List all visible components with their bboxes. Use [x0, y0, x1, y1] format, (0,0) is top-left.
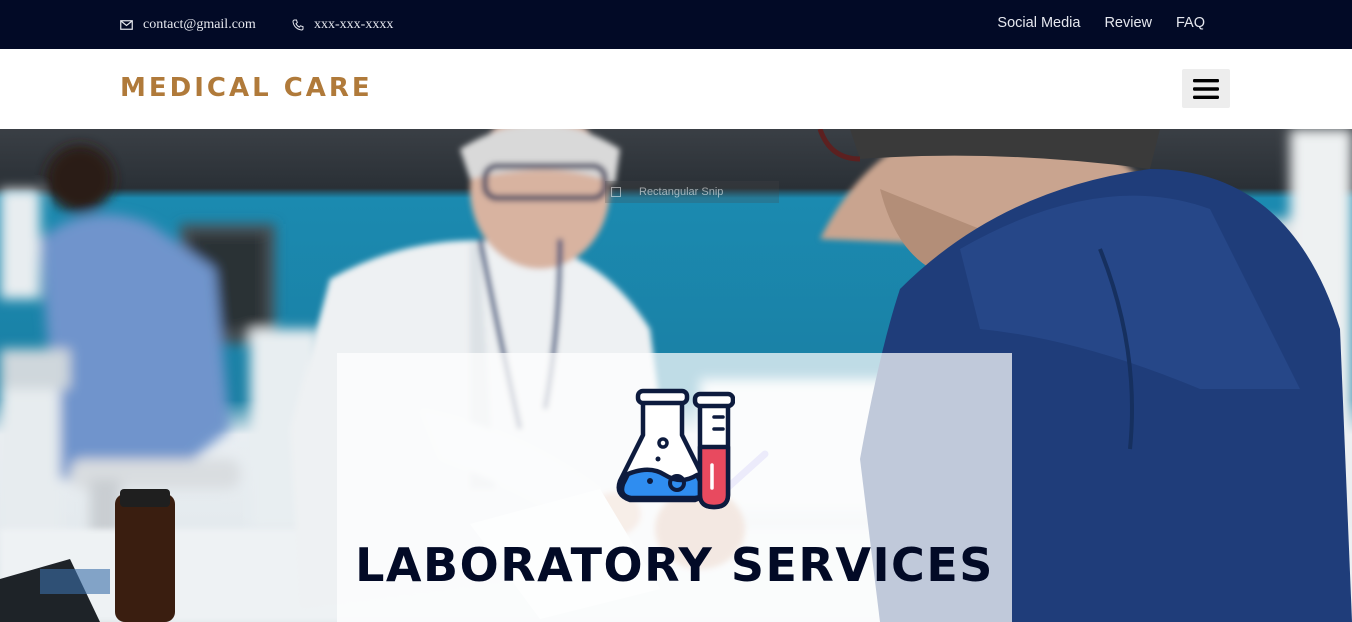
top-links: Social Media Review FAQ — [997, 0, 1205, 46]
email-contact[interactable]: contact@gmail.com — [120, 0, 256, 49]
service-title: LABORATORY SERVICES — [355, 538, 994, 592]
laboratory-service-card[interactable]: LABORATORY SERVICES — [337, 353, 1012, 622]
social-media-link[interactable]: Social Media — [997, 15, 1080, 31]
phone-contact[interactable]: xxx-xxx-xxxx — [292, 0, 393, 49]
hero-section: Rectangular Snip LABORATORY SERVICES — [0, 129, 1352, 622]
phone-text: xxx-xxx-xxxx — [314, 16, 394, 32]
review-link[interactable]: Review — [1104, 15, 1152, 31]
faq-link[interactable]: FAQ — [1176, 15, 1205, 31]
brand-logo[interactable]: MEDICAL CARE — [120, 73, 373, 103]
navbar: MEDICAL CARE — [0, 49, 1352, 129]
email-text: contact@gmail.com — [143, 16, 256, 32]
phone-icon — [292, 19, 304, 31]
snip-square-icon — [611, 187, 621, 197]
snip-label: Rectangular Snip — [639, 186, 724, 198]
laboratory-flask-test-tube-icon — [616, 388, 735, 510]
top-bar: contact@gmail.com xxx-xxx-xxxx Social Me… — [0, 0, 1352, 49]
menu-toggle-button[interactable] — [1182, 69, 1230, 108]
rectangular-snip-overlay: Rectangular Snip — [605, 181, 779, 203]
mail-icon — [120, 19, 133, 30]
hamburger-icon — [1193, 78, 1219, 99]
